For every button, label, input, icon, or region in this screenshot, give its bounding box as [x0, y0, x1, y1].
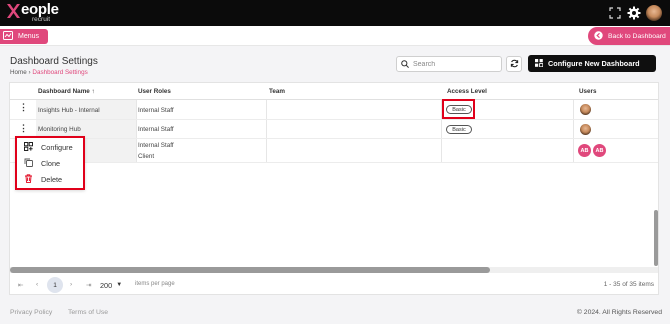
menu-item-label: Delete: [41, 174, 63, 184]
copyright: © 2024. All Rights Reserved: [576, 309, 662, 316]
page-size-value: 200: [100, 280, 113, 290]
access-level-badge: Basic: [446, 125, 472, 134]
pagination: ⇤ ‹ 1 › ⇥ 200 ▼ items per page 1 - 35 of…: [10, 275, 658, 295]
avatar[interactable]: [646, 5, 662, 21]
search-icon: [401, 55, 409, 73]
vertical-scrollbar[interactable]: [654, 210, 658, 266]
col-users[interactable]: Users: [579, 88, 597, 95]
menu-item-label: Clone: [41, 158, 61, 168]
col-user-roles[interactable]: User Roles: [138, 88, 171, 95]
menu-item-label: Configure: [41, 142, 73, 152]
page-title: Dashboard Settings: [10, 56, 98, 67]
footer: Privacy Policy Terms of Use © 2024. All …: [0, 305, 670, 324]
back-arrow-icon: [594, 30, 603, 42]
avatar[interactable]: [580, 104, 591, 115]
table-header: Dashboard Name ↑ User Roles Team Access …: [10, 83, 658, 100]
breadcrumb-home[interactable]: Home: [10, 69, 27, 76]
breadcrumb: Home › Dashboard Settings: [10, 69, 88, 76]
scrollbar-thumb[interactable]: [10, 267, 490, 273]
user-initials-avatar[interactable]: AB: [593, 144, 606, 157]
menu-item-clone[interactable]: Clone: [24, 157, 60, 169]
col-access-level[interactable]: Access Level: [447, 88, 487, 95]
configure-new-dashboard-button[interactable]: Configure New Dashboard: [528, 55, 656, 72]
search-box[interactable]: [396, 56, 502, 72]
menus-button[interactable]: Menus: [0, 29, 48, 44]
sort-asc-icon[interactable]: ↑: [92, 88, 95, 95]
clone-icon: [24, 158, 33, 169]
user-role: Client: [138, 153, 155, 160]
first-page-icon[interactable]: ⇤: [18, 281, 23, 289]
top-bar: eople recruit: [0, 0, 670, 26]
next-page-icon[interactable]: ›: [70, 281, 72, 288]
table-row[interactable]: ⋮ Monitoring Hub Internal Staff Basic: [10, 120, 658, 139]
terms-of-use-link[interactable]: Terms of Use: [68, 309, 108, 316]
refresh-icon: [510, 55, 519, 73]
back-label: Back to Dashboard: [608, 32, 666, 40]
current-page[interactable]: 1: [47, 277, 63, 293]
fullscreen-icon[interactable]: [607, 5, 623, 21]
access-level-highlight: [442, 99, 475, 119]
col-dashboard-name[interactable]: Dashboard Name ↑: [38, 88, 95, 95]
brand-logo[interactable]: eople recruit: [6, 2, 59, 24]
user-role: Internal Staff: [138, 107, 174, 114]
menu-item-delete[interactable]: Delete: [24, 173, 62, 185]
row-actions-icon[interactable]: ⋮: [19, 124, 28, 133]
gear-icon[interactable]: [626, 5, 642, 21]
avatar[interactable]: [580, 124, 591, 135]
back-to-dashboard-button[interactable]: Back to Dashboard: [588, 27, 670, 45]
prev-page-icon[interactable]: ‹: [36, 281, 38, 288]
privacy-policy-link[interactable]: Privacy Policy: [10, 309, 52, 316]
brand-sub: recruit: [32, 16, 51, 23]
search-input[interactable]: [413, 60, 499, 68]
delete-icon: [24, 173, 33, 185]
dashboard-name: Insights Hub - Internal: [38, 107, 100, 114]
chevron-down-icon: ▼: [116, 282, 123, 288]
last-page-icon[interactable]: ⇥: [86, 281, 91, 289]
user-role: Internal Staff: [138, 142, 174, 149]
pagination-info: 1 - 35 of 35 items: [603, 281, 654, 288]
sub-bar: Menus Back to Dashboard: [0, 26, 670, 46]
dashboard-table: Dashboard Name ↑ User Roles Team Access …: [9, 82, 659, 295]
breadcrumb-current: Dashboard Settings: [32, 69, 88, 76]
menu-icon: [3, 31, 13, 42]
table-row[interactable]: ⋮ Insights Hub - Internal Internal Staff…: [10, 100, 658, 120]
page-size-select[interactable]: 200 ▼: [100, 279, 131, 291]
refresh-button[interactable]: [506, 56, 522, 72]
logo-x-icon: [6, 2, 20, 20]
items-per-page-label: items per page: [135, 281, 175, 287]
configure-icon: [24, 141, 33, 153]
row-actions-icon[interactable]: ⋮: [19, 103, 28, 112]
dashboard-grid-icon: [535, 58, 544, 69]
user-role: Internal Staff: [138, 126, 174, 133]
configure-button-label: Configure New Dashboard: [548, 59, 640, 68]
dashboard-name: Monitoring Hub: [38, 126, 81, 133]
horizontal-scrollbar[interactable]: [10, 267, 658, 273]
row-context-menu: Configure Clone Delete: [15, 136, 85, 190]
table-row[interactable]: Internal Staff Client AB AB: [10, 139, 658, 163]
menus-label: Menus: [18, 33, 40, 40]
user-initials-avatar[interactable]: AB: [578, 144, 591, 157]
menu-item-configure[interactable]: Configure: [24, 141, 73, 153]
col-team[interactable]: Team: [269, 88, 285, 95]
